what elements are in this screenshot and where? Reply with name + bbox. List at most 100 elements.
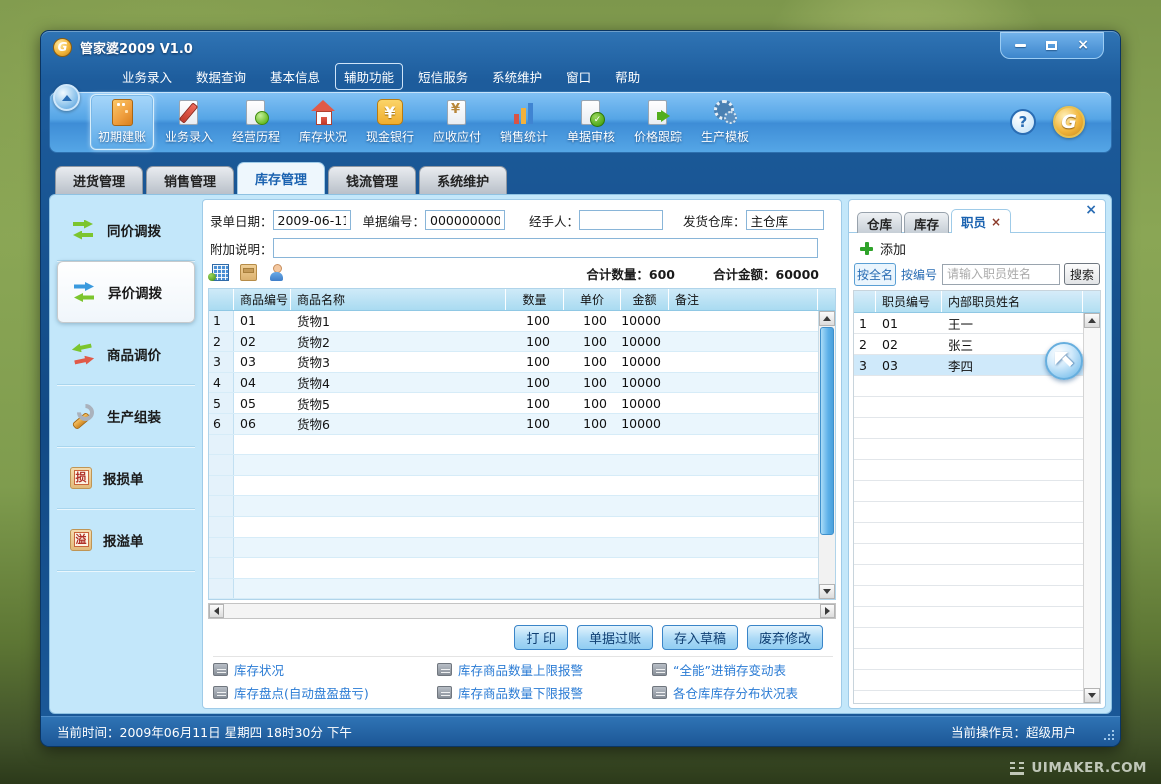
staff-row[interactable] [854, 418, 1083, 439]
warehouse-lookup-icon[interactable] [212, 264, 229, 281]
table-row[interactable] [209, 476, 818, 497]
table-row[interactable] [209, 435, 818, 456]
action-button[interactable]: 打 印 [514, 625, 568, 650]
toolbar-button[interactable]: 初期建账 [90, 94, 154, 150]
sidebar-item[interactable]: 商品调价 [57, 323, 195, 385]
staff-row[interactable] [854, 565, 1083, 586]
action-button[interactable]: 存入草稿 [662, 625, 738, 650]
report-link[interactable]: 库存状况 [213, 660, 437, 679]
menu-item[interactable]: 数据查询 [187, 63, 255, 90]
staff-row[interactable] [854, 607, 1083, 628]
toolbar-button[interactable]: 价格跟踪 [626, 94, 690, 150]
report-link[interactable]: “全能”进销存变动表 [652, 660, 833, 679]
toolbar-button[interactable]: 销售统计 [492, 94, 556, 150]
scroll-down-button[interactable] [819, 584, 835, 599]
tab-active[interactable]: 库存管理 [237, 162, 325, 194]
staff-lookup-icon[interactable] [268, 264, 285, 281]
staff-row[interactable] [854, 691, 1083, 703]
table-row[interactable]: 404货物410010010000 [209, 373, 818, 394]
table-row[interactable] [209, 579, 818, 599]
table-row[interactable]: 505货物510010010000 [209, 393, 818, 414]
toolbar-button[interactable]: 业务录入 [157, 94, 221, 150]
resize-grip[interactable] [1104, 730, 1114, 740]
toolbar-button[interactable]: 经营历程 [224, 94, 288, 150]
action-button[interactable]: 单据过账 [577, 625, 653, 650]
panel-scroll-down-button[interactable] [1084, 688, 1100, 703]
add-staff-button[interactable]: 添加 [860, 239, 906, 258]
scroll-thumb[interactable] [820, 327, 834, 535]
sidebar-item[interactable]: 溢报溢单 [57, 509, 195, 571]
note-input[interactable] [273, 238, 818, 258]
staff-row[interactable] [854, 502, 1083, 523]
maximize-button[interactable] [1046, 41, 1057, 50]
panel-tab[interactable]: 职员 [951, 209, 1011, 233]
table-row[interactable] [209, 538, 818, 559]
staff-row[interactable] [854, 397, 1083, 418]
menu-item[interactable]: 辅助功能 [335, 63, 403, 90]
sidebar-item[interactable]: 同价调拨 [57, 199, 195, 261]
tab-item[interactable]: 销售管理 [146, 166, 234, 194]
toolbar-button[interactable]: 生产模板 [693, 94, 757, 150]
tab-item[interactable]: 钱流管理 [328, 166, 416, 194]
staff-row[interactable] [854, 649, 1083, 670]
report-link[interactable]: 库存商品数量下限报警 [437, 683, 652, 702]
field-input[interactable] [746, 210, 824, 230]
search-button[interactable]: 搜索 [1064, 263, 1100, 285]
toolbar-button[interactable]: 现金银行 [358, 94, 422, 150]
report-link[interactable]: 库存盘点(自动盘盈盘亏) [213, 683, 437, 702]
staff-row[interactable] [854, 523, 1083, 544]
filter-by-name-toggle[interactable]: 按全名 [854, 263, 896, 286]
vertical-scrollbar[interactable] [818, 311, 835, 599]
field-input[interactable] [273, 210, 351, 230]
panel-close-icon[interactable]: × [1085, 203, 1097, 217]
minimize-button[interactable] [1015, 44, 1026, 47]
sidebar-item[interactable]: 异价调拨 [57, 261, 195, 323]
menu-item[interactable]: 业务录入 [113, 63, 181, 90]
toolbar-collapse-button[interactable] [53, 84, 80, 111]
staff-row[interactable] [854, 439, 1083, 460]
sidebar-item[interactable]: 生产组装 [57, 385, 195, 447]
close-button[interactable]: × [1077, 38, 1089, 52]
staff-row[interactable] [854, 586, 1083, 607]
tab-item[interactable]: 系统维护 [419, 166, 507, 194]
action-button[interactable]: 废弃修改 [747, 625, 823, 650]
field-input[interactable] [579, 210, 663, 230]
table-row[interactable] [209, 558, 818, 579]
staff-search-input[interactable] [942, 264, 1060, 285]
help-icon[interactable] [1010, 109, 1036, 135]
panel-scroll-up-button[interactable] [1084, 313, 1100, 328]
panel-tab[interactable]: 库存 [904, 212, 949, 233]
menu-item[interactable]: 基本信息 [261, 63, 329, 90]
report-link[interactable]: 库存商品数量上限报警 [437, 660, 652, 679]
scroll-right-button[interactable] [820, 604, 835, 618]
staff-row[interactable]: 101王一 [854, 313, 1083, 334]
table-row[interactable] [209, 517, 818, 538]
horizontal-scrollbar[interactable] [208, 603, 836, 619]
table-row[interactable]: 202货物210010010000 [209, 332, 818, 353]
staff-row[interactable] [854, 460, 1083, 481]
staff-row[interactable] [854, 481, 1083, 502]
table-row[interactable] [209, 455, 818, 476]
staff-row[interactable] [854, 628, 1083, 649]
tab-item[interactable]: 进货管理 [55, 166, 143, 194]
horizontal-scroll-track[interactable] [224, 604, 820, 618]
staff-row[interactable] [854, 544, 1083, 565]
table-row[interactable]: 303货物310010010000 [209, 352, 818, 373]
filter-by-code-toggle[interactable]: 按编号 [900, 264, 938, 285]
panel-scrollbar[interactable] [1083, 313, 1100, 703]
menu-item[interactable]: 短信服务 [409, 63, 477, 90]
table-row[interactable] [209, 496, 818, 517]
sidebar-item[interactable]: 损报损单 [57, 447, 195, 509]
toolbar-button[interactable]: 单据审核 [559, 94, 623, 150]
scroll-up-button[interactable] [819, 311, 835, 326]
toolbar-button[interactable]: 库存状况 [291, 94, 355, 150]
staff-row[interactable] [854, 670, 1083, 691]
toolbar-button[interactable]: 应收应付 [425, 94, 489, 150]
menu-item[interactable]: 帮助 [606, 63, 649, 90]
report-link[interactable]: 各仓库库存分布状况表 [652, 683, 833, 702]
scroll-left-button[interactable] [209, 604, 224, 618]
table-row[interactable]: 606货物610010010000 [209, 414, 818, 435]
staff-row[interactable] [854, 376, 1083, 397]
menu-item[interactable]: 系统维护 [483, 63, 551, 90]
stock-lookup-icon[interactable] [240, 264, 257, 281]
